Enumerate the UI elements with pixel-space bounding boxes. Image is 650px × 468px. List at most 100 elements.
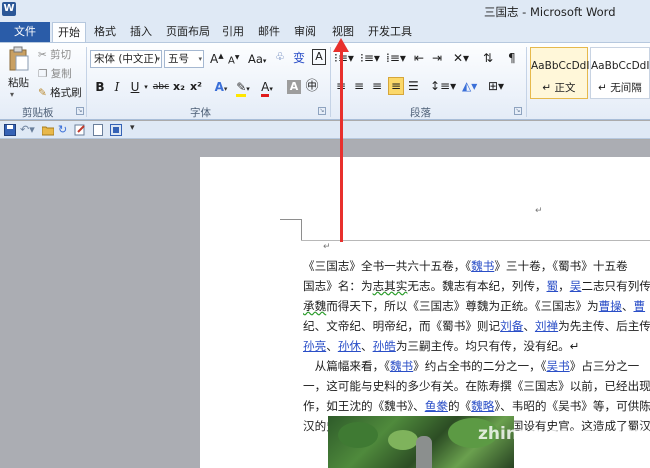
group-divider [526,47,527,117]
phonetic-guide-icon[interactable]: 变 [293,49,305,66]
increase-indent-icon[interactable]: ⇥ [432,51,442,65]
justify-icon[interactable]: ≡ [388,77,404,95]
grammar-flag-text: 志其实 [372,279,408,293]
edit-document-icon[interactable] [74,124,86,136]
hyperlink[interactable]: 魏略 [471,399,494,413]
header-paragraph-mark: ↵ [535,206,543,216]
body-text: 》约占全书的二分之一，《 [413,359,547,373]
tab-mailings[interactable]: 邮件 [254,22,284,42]
tab-page-layout[interactable]: 页面布局 [162,22,214,42]
char-border-button[interactable]: A [312,49,326,65]
distributed-icon[interactable]: ☰ [408,79,419,93]
word-app-icon[interactable]: W [2,2,16,16]
align-center-icon[interactable]: ≡ [354,79,364,93]
brush-icon: ✎ [38,87,47,99]
clipboard-icon [9,46,29,71]
clipboard-launcher-icon[interactable]: ↘ [76,107,84,115]
bold-button[interactable]: B [94,78,106,96]
font-name-value: 宋体 (中文正) [94,53,159,65]
bullets-icon[interactable]: ⁝≡▾ [334,51,354,65]
show-marks-icon[interactable]: ¶ [508,51,516,65]
style-no-spacing[interactable]: AaBbCcDdI ↵ 无间隔 [590,47,650,99]
paste-label[interactable]: 粘贴 [8,75,29,90]
tab-format[interactable]: 格式 [90,22,120,42]
sort-icon[interactable]: ⇅ [483,51,493,65]
hyperlink[interactable]: 曹操 [599,299,622,313]
redo-icon[interactable]: ↻ [58,123,67,136]
chinese-layout-icon[interactable]: ✕▾ [453,51,469,65]
paragraph-group-label: 段落 [410,107,431,119]
body-text: 二志只有列传 [581,279,650,293]
strikethrough-button[interactable]: abc [152,78,170,96]
numbering-icon[interactable]: ⁝≡▾ [360,51,380,65]
paste-button[interactable] [8,46,30,72]
font-color-button[interactable]: A▾ [258,78,276,97]
subscript-button[interactable]: x₂ [172,78,186,96]
open-folder-icon[interactable] [42,124,54,136]
hyperlink[interactable]: 吴 [570,279,582,293]
document-line: 纪、文帝纪、明帝纪，而《蜀书》则记刘备、刘禅为先主传、后主传 [303,318,650,334]
title-bar: W 三国志 - Microsoft Word [0,0,650,22]
customize-toolbar-icon[interactable]: ▾ [130,123,135,133]
multilevel-list-icon[interactable]: ⁞≡▾ [386,51,406,65]
font-name-combo[interactable]: 宋体 (中文正) ▾ [90,50,162,68]
hyperlink[interactable]: 魏书 [390,359,413,373]
hyperlink[interactable]: 吴书 [546,359,569,373]
document-line: 一，这可能与史料的多少有关。在陈寿撰《三国志》以前，已经出现 [303,378,650,394]
hyperlink[interactable]: 魏书 [471,259,494,273]
foliage-shape [338,422,378,448]
decrease-indent-icon[interactable]: ⇤ [414,51,424,65]
hyperlink[interactable]: 刘禅 [535,319,558,333]
align-right-icon[interactable]: ≡ [372,79,382,93]
paste-dropdown-icon[interactable]: ▾ [10,90,14,99]
hyperlink[interactable]: 孙亮 [303,339,326,353]
cut-button[interactable]: ✂ 剪切 [38,47,71,62]
print-preview-icon[interactable] [110,124,122,136]
style-normal[interactable]: AaBbCcDdI ↵ 正文 [530,47,589,99]
font-size-combo[interactable]: 五号 ▾ [164,50,204,68]
superscript-button[interactable]: x² [189,78,203,96]
clipboard-group-label: 剪贴板 [22,107,54,119]
enclose-char-icon[interactable]: ㊥ [304,78,320,96]
tab-insert[interactable]: 插入 [126,22,156,42]
hyperlink[interactable]: 孙皓 [373,339,396,353]
highlight-button[interactable]: ✎▾ [234,78,252,97]
grow-font-button[interactable]: A▲ [210,52,224,66]
copy-button[interactable]: ❐ 复制 [38,66,72,81]
statue-figure [416,436,432,468]
char-shading-icon[interactable]: A [287,80,301,94]
hyperlink[interactable]: 鱼豢 [425,399,448,413]
format-painter-button[interactable]: ✎ 格式刷 [38,85,82,100]
body-text: ， [558,279,570,293]
change-case-button[interactable]: Aa▾ [248,52,266,66]
highlighter-icon: ✎ [236,80,247,97]
tab-file[interactable]: 文件 [0,22,50,42]
paragraph-launcher-icon[interactable]: ↘ [514,107,522,115]
borders-icon[interactable]: ⊞▾ [488,79,504,93]
font-launcher-icon[interactable]: ↘ [318,107,326,115]
new-document-icon[interactable] [92,124,104,136]
text-effects-button[interactable]: A▾ [212,78,230,96]
hyperlink[interactable]: 曹 [633,299,645,313]
font-size-value: 五号 [168,53,189,65]
grow-font-label: A [210,52,219,66]
save-icon[interactable] [4,124,16,136]
hyperlink[interactable]: 蜀 [547,279,559,293]
line-spacing-icon[interactable]: ↕≡▾ [430,79,456,93]
tab-references[interactable]: 引用 [218,22,248,42]
shrink-font-button[interactable]: A▼ [228,54,239,66]
underline-button[interactable]: U [128,78,142,96]
tab-review[interactable]: 审阅 [290,22,320,42]
margin-corner-mark [301,219,302,241]
style-name: ↵ 正文 [542,82,576,94]
undo-icon[interactable]: ↶▾ [20,123,35,136]
clear-format-icon[interactable]: ♧ [275,50,285,63]
shading-icon[interactable]: ◭▾ [462,79,477,93]
tab-developer[interactable]: 开发工具 [364,22,416,42]
hyperlink[interactable]: 刘备 [500,319,523,333]
italic-button[interactable]: I [111,78,123,96]
tab-home[interactable]: 开始 [52,22,86,42]
body-text: 、 [523,319,535,333]
underline-dropdown-icon[interactable]: ▾ [142,78,150,96]
hyperlink[interactable]: 孙休 [338,339,361,353]
